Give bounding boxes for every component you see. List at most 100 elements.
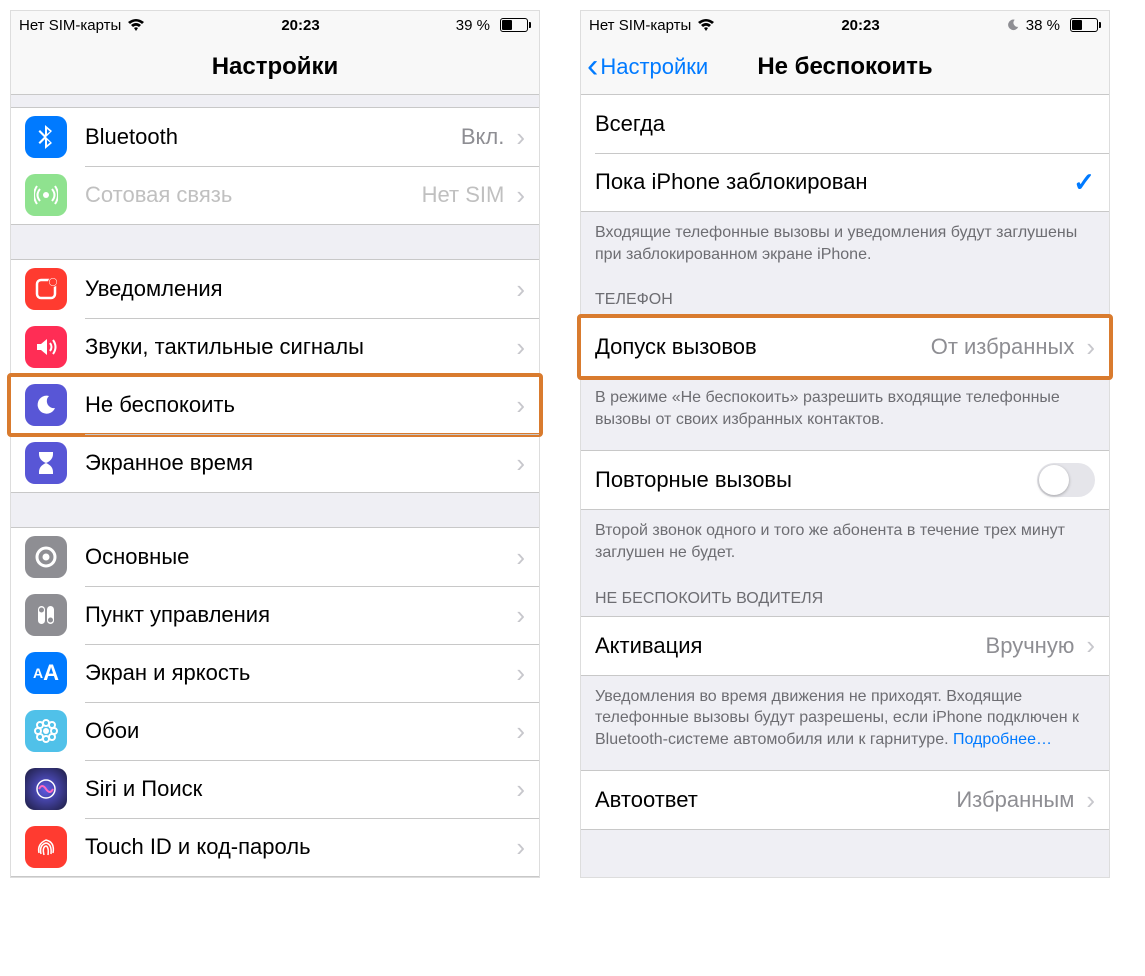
row-label: Звуки, тактильные сигналы — [85, 334, 512, 360]
dnd-moon-icon — [1006, 18, 1020, 32]
silence-footer: Входящие телефонные вызовы и уведомления… — [581, 212, 1109, 271]
hourglass-icon — [25, 442, 67, 484]
row-label: Не беспокоить — [85, 392, 512, 418]
cellular-icon — [25, 174, 67, 216]
checkmark-icon: ✓ — [1073, 167, 1095, 198]
row-label: Всегда — [595, 111, 1095, 137]
row-label: Экран и яркость — [85, 660, 512, 686]
carrier-text: Нет SIM-карты — [19, 17, 121, 34]
chevron-right-icon: › — [516, 832, 525, 863]
silence-options: Всегда Пока iPhone заблокирован ✓ — [581, 95, 1109, 212]
option-always[interactable]: Всегда — [581, 95, 1109, 153]
row-detail: Вкл. — [461, 124, 505, 150]
row-label: Пока iPhone заблокирован — [595, 169, 1073, 195]
carrier-text: Нет SIM-карты — [589, 17, 691, 34]
battery-icon — [1066, 18, 1101, 32]
settings-group-alerts: Уведомления › Звуки, тактильные сигналы … — [11, 259, 539, 493]
row-label: Активация — [595, 633, 986, 659]
row-display[interactable]: AA Экран и яркость › — [11, 644, 539, 702]
text-size-icon: AA — [25, 652, 67, 694]
siri-icon — [25, 768, 67, 810]
bluetooth-icon — [25, 116, 67, 158]
row-screen-time[interactable]: Экранное время › — [11, 434, 539, 492]
wifi-icon — [127, 18, 145, 32]
repeated-calls-group: Повторные вызовы — [581, 450, 1109, 510]
page-title: Не беспокоить — [757, 53, 932, 81]
flower-icon — [25, 710, 67, 752]
allow-calls-footer: В режиме «Не беспокоить» разрешить входя… — [581, 377, 1109, 436]
chevron-right-icon: › — [516, 122, 525, 153]
row-autoreply[interactable]: Автоответ Избранным › — [581, 771, 1109, 829]
row-sounds[interactable]: Звуки, тактильные сигналы › — [11, 318, 539, 376]
nav-bar: ‹ Настройки Не беспокоить — [581, 39, 1109, 95]
chevron-right-icon: › — [516, 332, 525, 363]
row-detail: Нет SIM — [422, 182, 505, 208]
row-label: Обои — [85, 718, 512, 744]
chevron-right-icon: › — [516, 658, 525, 689]
settings-group-general: Основные › Пункт управления › AA Экран и… — [11, 527, 539, 877]
chevron-right-icon: › — [1086, 630, 1095, 661]
status-bar: Нет SIM-карты 20:23 38 % — [581, 11, 1109, 39]
option-while-locked[interactable]: Пока iPhone заблокирован ✓ — [581, 153, 1109, 211]
activate-group: Активация Вручную › — [581, 616, 1109, 676]
dnd-screen: Нет SIM-карты 20:23 38 % ‹ Настройки Не … — [580, 10, 1110, 878]
nav-bar: Настройки — [11, 39, 539, 95]
row-cellular[interactable]: Сотовая связь Нет SIM › — [11, 166, 539, 224]
battery-icon — [496, 18, 531, 32]
row-label: Bluetooth — [85, 124, 461, 150]
moon-icon — [25, 384, 67, 426]
back-button[interactable]: ‹ Настройки — [587, 39, 708, 94]
settings-group-connectivity: Bluetooth Вкл. › Сотовая связь Нет SIM › — [11, 107, 539, 225]
battery-pct: 39 % — [456, 17, 490, 34]
chevron-right-icon: › — [1086, 332, 1095, 363]
row-label: Siri и Поиск — [85, 776, 512, 802]
sliders-icon — [25, 594, 67, 636]
gear-icon — [25, 536, 67, 578]
phone-header: ТЕЛЕФОН — [581, 271, 1109, 317]
row-allow-calls[interactable]: Допуск вызовов От избранных › — [581, 318, 1109, 376]
settings-screen: Нет SIM-карты 20:23 39 % Настройки Bluet… — [10, 10, 540, 878]
clock-text: 20:23 — [841, 17, 879, 34]
row-do-not-disturb[interactable]: Не беспокоить › — [11, 376, 539, 434]
chevron-right-icon: › — [516, 774, 525, 805]
repeated-footer: Второй звонок одного и того же абонента … — [581, 510, 1109, 569]
row-detail: Вручную — [986, 633, 1075, 659]
row-label: Пункт управления — [85, 602, 512, 628]
activate-footer: Уведомления во время движения не приходя… — [581, 676, 1109, 757]
back-label: Настройки — [600, 54, 708, 80]
row-wallpaper[interactable]: Обои › — [11, 702, 539, 760]
row-label: Основные — [85, 544, 512, 570]
chevron-left-icon: ‹ — [587, 47, 598, 86]
row-label: Повторные вызовы — [595, 467, 1037, 493]
chevron-right-icon: › — [1086, 785, 1095, 816]
row-siri[interactable]: Siri и Поиск › — [11, 760, 539, 818]
row-detail: Избранным — [956, 787, 1074, 813]
learn-more-link[interactable]: Подробнее… — [953, 731, 1052, 748]
row-label: Touch ID и код-пароль — [85, 834, 512, 860]
row-repeated-calls[interactable]: Повторные вызовы — [581, 451, 1109, 509]
clock-text: 20:23 — [281, 17, 319, 34]
chevron-right-icon: › — [516, 180, 525, 211]
row-notifications[interactable]: Уведомления › — [11, 260, 539, 318]
row-label: Сотовая связь — [85, 182, 422, 208]
row-detail: От избранных — [931, 334, 1075, 360]
chevron-right-icon: › — [516, 390, 525, 421]
row-touch-id[interactable]: Touch ID и код-пароль › — [11, 818, 539, 876]
autoreply-group: Автоответ Избранным › — [581, 770, 1109, 830]
row-label: Уведомления — [85, 276, 512, 302]
sounds-icon — [25, 326, 67, 368]
page-title: Настройки — [212, 53, 339, 81]
allow-calls-group: Допуск вызовов От избранных › — [581, 317, 1109, 377]
chevron-right-icon: › — [516, 600, 525, 631]
toggle-switch[interactable] — [1037, 463, 1095, 497]
chevron-right-icon: › — [516, 716, 525, 747]
row-general[interactable]: Основные › — [11, 528, 539, 586]
row-label: Допуск вызовов — [595, 334, 931, 360]
row-label: Автоответ — [595, 787, 956, 813]
chevron-right-icon: › — [516, 542, 525, 573]
row-activate[interactable]: Активация Вручную › — [581, 617, 1109, 675]
row-control-center[interactable]: Пункт управления › — [11, 586, 539, 644]
status-bar: Нет SIM-карты 20:23 39 % — [11, 11, 539, 39]
row-bluetooth[interactable]: Bluetooth Вкл. › — [11, 108, 539, 166]
chevron-right-icon: › — [516, 274, 525, 305]
